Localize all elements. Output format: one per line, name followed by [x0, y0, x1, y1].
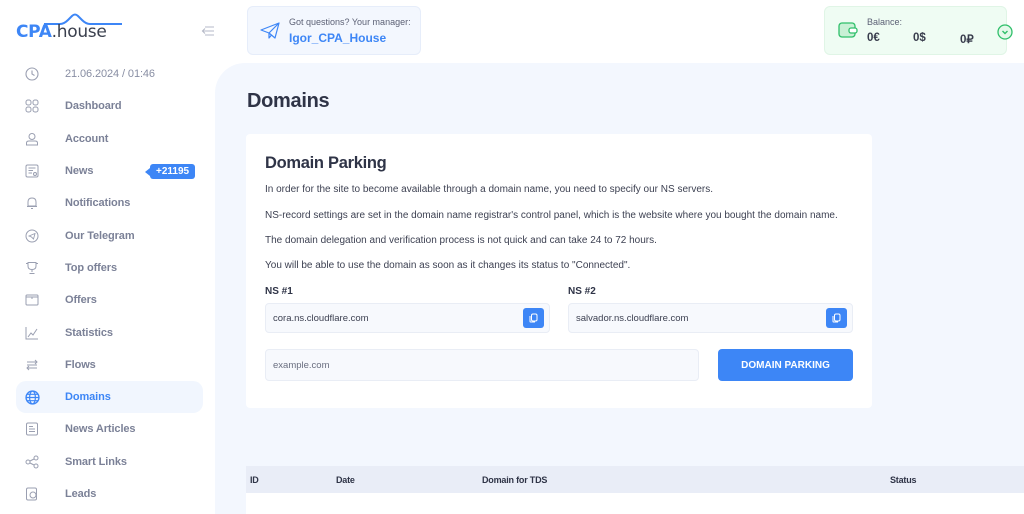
dashboard-icon	[24, 98, 40, 114]
sidebar-nav: 21.06.2024 / 01:46 Dashboard Account New…	[16, 58, 203, 510]
balance-panel: Balance: 0€ 0$ 0₽	[824, 6, 1013, 55]
sidebar-item-label: Account	[65, 132, 109, 145]
sidebar-item-offers[interactable]: Offers	[16, 284, 203, 316]
sidebar-item-account[interactable]: Account	[16, 123, 203, 155]
sidebar-item-label: Domains	[65, 391, 111, 404]
logo-cpa: CPA	[16, 22, 52, 42]
sidebar-item-label: News Articles	[65, 423, 136, 436]
sidebar-item-label: Leads	[65, 488, 97, 500]
flows-icon	[24, 357, 40, 373]
leads-icon	[24, 486, 40, 502]
sidebar-item-label: News	[65, 165, 94, 178]
info-paragraph: You will be able to use the domain as so…	[265, 260, 631, 271]
copy-ns1-button[interactable]	[523, 308, 544, 328]
balance-rub: 0₽	[960, 34, 974, 46]
ns2-label: NS #2	[568, 286, 596, 297]
card-title: Domain Parking	[265, 154, 387, 172]
domains-table-header: ID Date Domain for TDS Status	[246, 466, 1024, 493]
clock-icon	[24, 66, 40, 82]
copy-ns2-button[interactable]	[826, 308, 847, 328]
sidebar-item-label: Statistics	[65, 326, 113, 339]
sidebar-item-label: Flows	[65, 358, 96, 371]
sidebar-item-dashboard[interactable]: Dashboard	[16, 90, 203, 122]
offers-icon	[24, 292, 40, 308]
page-title: Domains	[247, 90, 330, 112]
article-icon	[24, 421, 40, 437]
domain-parking-button[interactable]: DOMAIN PARKING	[718, 349, 853, 381]
datetime-text: 21.06.2024 / 01:46	[65, 68, 155, 81]
news-count-badge: +21195	[144, 163, 196, 179]
manager-question: Got questions? Your manager:	[289, 17, 411, 27]
logo-text: CPA.house	[16, 22, 107, 42]
wallet-icon	[838, 22, 858, 38]
sidebar-item-label: Top offers	[65, 261, 117, 274]
globe-icon	[24, 389, 40, 405]
sidebar-item-news-articles[interactable]: News Articles	[16, 413, 203, 445]
balance-usd: 0$	[913, 32, 926, 44]
sidebar-item-smart-links[interactable]: Smart Links	[16, 446, 203, 478]
logo[interactable]: CPA.house	[16, 12, 126, 52]
copy-icon	[529, 313, 538, 323]
domain-parking-card: Domain Parking In order for the site to …	[246, 134, 872, 408]
collapse-sidebar-icon[interactable]	[201, 25, 215, 37]
info-paragraph: The domain delegation and verification p…	[265, 235, 657, 246]
ns1-field[interactable]: cora.ns.cloudflare.com	[265, 303, 550, 333]
balance-eur: 0€	[867, 32, 880, 44]
manager-contact: Got questions? Your manager: Igor_CPA_Ho…	[247, 6, 421, 55]
column-header-date[interactable]: Date	[336, 475, 355, 485]
main-content: Domains Domain Parking In order for the …	[215, 63, 1024, 514]
ns2-field[interactable]: salvador.ns.cloudflare.com	[568, 303, 853, 333]
sidebar-item-our-telegram[interactable]: Our Telegram	[16, 219, 203, 251]
sidebar-item-leads[interactable]: Leads	[16, 478, 203, 510]
manager-name-link[interactable]: Igor_CPA_House	[289, 31, 386, 45]
ns1-label: NS #1	[265, 286, 293, 297]
sidebar-item-label: Smart Links	[65, 455, 127, 468]
balance-label: Balance:	[867, 17, 903, 27]
column-header-status[interactable]: Status	[890, 475, 917, 485]
sidebar-item-label: Offers	[65, 294, 97, 307]
user-icon	[24, 131, 40, 147]
balance-dropdown-chevron-icon[interactable]	[997, 24, 1013, 40]
sidebar-item-label: Dashboard	[65, 100, 122, 113]
bell-icon	[24, 195, 40, 211]
sidebar-item-label: Notifications	[65, 197, 131, 210]
ns2-value: salvador.ns.cloudflare.com	[576, 313, 689, 324]
info-paragraph: In order for the site to become availabl…	[265, 184, 714, 195]
ns1-value: cora.ns.cloudflare.com	[273, 313, 369, 324]
sidebar-item-flows[interactable]: Flows	[16, 349, 203, 381]
domains-table-body	[246, 493, 1024, 514]
sidebar-datetime: 21.06.2024 / 01:46	[16, 58, 203, 90]
statistics-icon	[24, 325, 40, 341]
telegram-icon	[24, 228, 40, 244]
sidebar-item-news[interactable]: News +21195	[16, 155, 203, 187]
sidebar-item-label: Our Telegram	[65, 229, 135, 242]
info-paragraph: NS-record settings are set in the domain…	[265, 210, 838, 221]
sidebar-item-domains[interactable]: Domains	[16, 380, 203, 414]
logo-house: .house	[51, 22, 107, 42]
trophy-icon	[24, 260, 40, 276]
copy-icon	[832, 313, 841, 323]
app-root: CPA.house 21.06.2024 / 01:46 Dashboard A…	[0, 0, 1024, 514]
sidebar-item-statistics[interactable]: Statistics	[16, 316, 203, 348]
domain-input[interactable]	[265, 349, 699, 381]
column-header-domain[interactable]: Domain for TDS	[482, 475, 547, 485]
sidebar-item-notifications[interactable]: Notifications	[16, 187, 203, 219]
news-icon	[24, 163, 40, 179]
paper-plane-icon	[260, 22, 280, 39]
column-header-id[interactable]: ID	[250, 475, 259, 485]
share-icon	[24, 454, 40, 470]
sidebar-item-top-offers[interactable]: Top offers	[16, 252, 203, 284]
